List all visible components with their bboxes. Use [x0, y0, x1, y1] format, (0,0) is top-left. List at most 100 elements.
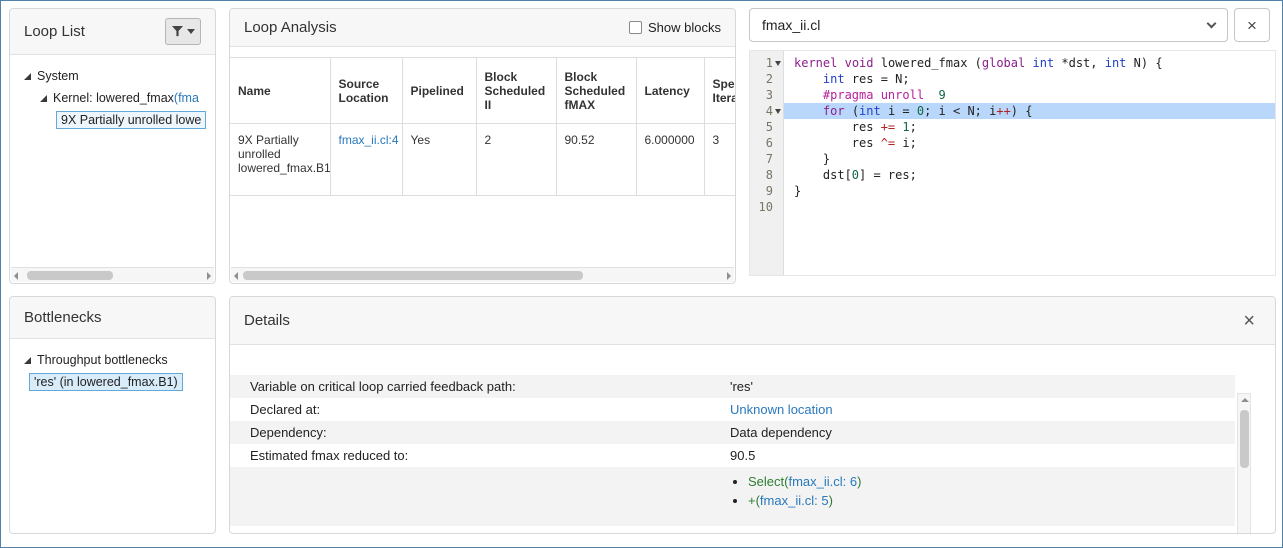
close-details-button[interactable]: ×	[1243, 311, 1255, 331]
details-body: Variable on critical loop carried feedba…	[230, 375, 1275, 534]
tree-item-system[interactable]: System	[10, 65, 215, 87]
loop-list-title: Loop List	[24, 23, 85, 40]
detail-value: Select(fmax_ii.cl: 6) +(fmax_ii.cl: 5)	[730, 470, 1235, 512]
fold-caret-placeholder	[775, 125, 781, 130]
detail-key: Declared at:	[230, 402, 730, 417]
scrollbar-thumb[interactable]	[243, 271, 583, 280]
list-item: Select(fmax_ii.cl: 6)	[748, 474, 1235, 489]
cell-latency: 6.000000	[636, 124, 704, 196]
kernel-source-link[interactable]: (fma	[174, 91, 199, 105]
gutter-line[interactable]: 1	[750, 55, 783, 71]
tree-expander-icon[interactable]	[24, 73, 31, 80]
code-line[interactable]: }	[784, 151, 1275, 167]
code-line[interactable]: dst[0] = res;	[784, 167, 1275, 183]
gutter-line: 5	[750, 119, 783, 135]
fold-caret-icon[interactable]	[775, 61, 781, 66]
loop-analysis-table: Name Source Location Pipelined Block Sch…	[230, 57, 736, 196]
fold-caret-placeholder	[775, 173, 781, 178]
selected-loop-label: 9X Partially unrolled lowe	[56, 111, 206, 129]
source-selector-row: fmax_ii.cl ×	[749, 8, 1276, 42]
column-header-source-location: Source Location	[330, 58, 402, 124]
loop-list-header: Loop List	[10, 9, 215, 55]
cell-source-location: fmax_ii.cl:4	[330, 124, 402, 196]
tree-item-label: Kernel: lowered_fmax	[53, 91, 174, 105]
bottlenecks-tree: Throughput bottlenecks 'res' (in lowered…	[10, 339, 215, 393]
source-ref-link[interactable]: fmax_ii.cl: 6	[788, 474, 857, 489]
detail-value: 'res'	[730, 379, 1235, 394]
tree-expander-icon[interactable]	[24, 357, 31, 364]
tree-item-bottleneck-selected[interactable]: 'res' (in lowered_fmax.B1)	[10, 371, 215, 393]
fold-caret-placeholder	[775, 77, 781, 82]
tree-item-loop-selected[interactable]: 9X Partially unrolled lowe	[10, 109, 215, 131]
code-line-highlighted[interactable]: for (int i = 0; i < N; i++) {	[784, 103, 1275, 119]
close-source-button[interactable]: ×	[1234, 8, 1270, 42]
file-selector[interactable]: fmax_ii.cl	[749, 8, 1228, 42]
scroll-left-arrow-icon[interactable]	[14, 272, 18, 280]
code-line[interactable]	[784, 199, 1275, 215]
tree-item-throughput-bottlenecks[interactable]: Throughput bottlenecks	[10, 349, 215, 371]
loop-analysis-hscrollbar[interactable]	[231, 267, 734, 282]
detail-value: Unknown location	[730, 402, 1235, 417]
scroll-right-arrow-icon[interactable]	[207, 272, 211, 280]
chevron-down-icon	[187, 29, 195, 34]
cell-pipelined: Yes	[402, 124, 476, 196]
column-header-spec-iterations: Spec Itera	[704, 58, 736, 124]
source-location-link[interactable]: fmax_ii.cl:4	[339, 133, 399, 147]
op-label: )	[857, 474, 861, 489]
tree-item-label: System	[37, 69, 79, 83]
gutter-line: 8	[750, 167, 783, 183]
detail-row: Dependency: Data dependency	[230, 421, 1235, 444]
tree-expander-icon[interactable]	[40, 95, 47, 102]
cell-block-scheduled-fmax: 90.52	[556, 124, 636, 196]
filter-button[interactable]	[165, 18, 201, 45]
code-line[interactable]: int res = N;	[784, 71, 1275, 87]
detail-key: Dependency:	[230, 425, 730, 440]
show-blocks-checkbox[interactable]	[629, 21, 642, 34]
loop-list-hscrollbar[interactable]	[11, 267, 214, 282]
gutter-line[interactable]: 4	[750, 103, 783, 119]
funnel-icon	[172, 26, 183, 37]
detail-row: Declared at: Unknown location	[230, 398, 1235, 421]
details-title: Details	[244, 312, 290, 329]
scroll-left-arrow-icon[interactable]	[234, 272, 238, 280]
cell-name: 9X Partially unrolled lowered_fmax.B1	[230, 124, 330, 196]
loop-list-tree: System Kernel: lowered_fmax (fma 9X Part…	[10, 55, 215, 131]
detail-value: 90.5	[730, 448, 1235, 463]
fold-caret-placeholder	[775, 205, 781, 210]
selected-bottleneck-label: 'res' (in lowered_fmax.B1)	[29, 373, 183, 391]
column-header-block-scheduled-ii: Block Scheduled II	[476, 58, 556, 124]
code-line[interactable]: }	[784, 183, 1275, 199]
chevron-down-icon	[1207, 18, 1217, 28]
details-panel: Details × Variable on critical loop carr…	[229, 296, 1276, 534]
code-line[interactable]: #pragma unroll 9	[784, 87, 1275, 103]
bottlenecks-title: Bottlenecks	[24, 309, 102, 326]
details-header: Details ×	[230, 297, 1275, 345]
gutter-line: 2	[750, 71, 783, 87]
declared-at-link[interactable]: Unknown location	[730, 402, 833, 417]
source-viewer-panel: fmax_ii.cl × 12345678910 kernel void low…	[749, 8, 1276, 284]
code-line[interactable]: res ^= i;	[784, 135, 1275, 151]
code-line[interactable]: kernel void lowered_fmax (global int *ds…	[784, 55, 1275, 71]
details-vscrollbar[interactable]	[1237, 393, 1251, 534]
scroll-up-arrow-icon[interactable]	[1241, 398, 1249, 402]
detail-row-bullets: Select(fmax_ii.cl: 6) +(fmax_ii.cl: 5)	[230, 467, 1235, 526]
scrollbar-thumb[interactable]	[1240, 410, 1249, 468]
table-row[interactable]: 9X Partially unrolled lowered_fmax.B1 fm…	[230, 124, 736, 196]
tree-item-kernel[interactable]: Kernel: lowered_fmax (fma	[10, 87, 215, 109]
detail-key: Estimated fmax reduced to:	[230, 448, 730, 463]
fold-caret-placeholder	[775, 93, 781, 98]
fold-caret-icon[interactable]	[775, 109, 781, 114]
code-line[interactable]: res += 1;	[784, 119, 1275, 135]
loop-analysis-title: Loop Analysis	[244, 19, 337, 36]
loop-list-panel: Loop List System Kernel: lowered_fmax (f…	[9, 8, 216, 284]
loop-analysis-header: Loop Analysis Show blocks	[230, 9, 735, 47]
contributor-list: Select(fmax_ii.cl: 6) +(fmax_ii.cl: 5)	[730, 474, 1235, 508]
code-editor[interactable]: 12345678910 kernel void lowered_fmax (gl…	[749, 50, 1276, 276]
column-header-block-scheduled-fmax: Block Scheduled fMAX	[556, 58, 636, 124]
source-ref-link[interactable]: fmax_ii.cl: 5	[760, 493, 829, 508]
table-header-row: Name Source Location Pipelined Block Sch…	[230, 58, 736, 124]
scroll-right-arrow-icon[interactable]	[727, 272, 731, 280]
scrollbar-thumb[interactable]	[27, 271, 113, 280]
loop-analysis-panel: Loop Analysis Show blocks Name Source Lo…	[229, 8, 736, 284]
detail-row: Estimated fmax reduced to: 90.5	[230, 444, 1235, 467]
